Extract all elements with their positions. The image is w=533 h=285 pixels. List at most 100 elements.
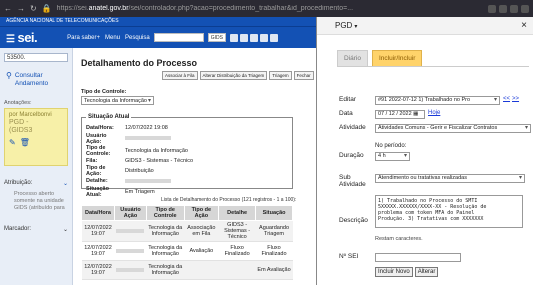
triagem-button[interactable]: Triagem (269, 71, 292, 80)
url-rest: /sei/controlador.php?acao=procedimento_t… (128, 5, 354, 12)
user-icon[interactable] (249, 33, 258, 42)
exit-icon[interactable] (269, 33, 278, 42)
calendar-icon[interactable]: ▦ (413, 111, 418, 117)
chevron-down-icon[interactable]: ⌄ (63, 226, 68, 233)
stats-icon[interactable] (229, 33, 238, 42)
process-number[interactable]: 53500. (4, 53, 68, 62)
situation-value: 12/07/2022 19:08 (125, 125, 168, 132)
extension-icon[interactable] (510, 4, 518, 13)
cell: 12/07/2022 19:07 (81, 241, 115, 261)
cell: Fluxo Finalizado (218, 241, 256, 261)
extensions (488, 4, 529, 13)
cell: Tecnologia da Informação (146, 241, 185, 261)
sei-page: AGÊNCIA NACIONAL DE TELECOMUNICAÇÕES ☰ se… (0, 17, 316, 285)
col-tipo-controle[interactable]: Tipo de Controle (145, 205, 185, 221)
prev-link[interactable]: << (503, 96, 510, 102)
situation-value-redacted (125, 133, 197, 145)
next-link[interactable]: >> (512, 96, 519, 102)
sei-topbar: ☰ sei. Para saber+ Menu Pesquisa GIDS (0, 26, 316, 48)
marker-header[interactable]: Marcador: ⌄ (4, 226, 68, 233)
situation-row: Usuário Ação: (86, 133, 197, 145)
browser-toolbar: ← → ↻ 🔒 https://sei.anatel.gov.br/sei/co… (0, 0, 533, 17)
chevron-down-icon[interactable]: ▾ (354, 24, 357, 30)
date-input[interactable]: 07 / 12 / 2022 ▦ (375, 110, 425, 119)
delete-icon[interactable]: 🗑 (20, 139, 30, 147)
situation-row: Data/Hora: 12/07/2022 19:08 (86, 124, 197, 133)
associar-fila-button[interactable]: Associar à Fila (162, 71, 198, 80)
incluir-novo-button[interactable]: Incluir Novo (375, 267, 413, 277)
reload-icon[interactable]: ↻ (30, 4, 37, 13)
situation-key: Fila: (86, 157, 98, 164)
tab-diario[interactable]: Diário (337, 50, 368, 66)
row-descricao: Descrição 1) Trabalhado no Processo do S… (339, 195, 523, 228)
cell (218, 260, 256, 280)
link-menu[interactable]: Menu (105, 35, 120, 41)
row-restam: Restam caracteres. (339, 236, 423, 242)
control-type-select[interactable]: Tecnologia da Informação (81, 96, 154, 105)
config-icon[interactable] (259, 33, 268, 42)
cell: Tecnologia da Informação (146, 220, 185, 242)
chevron-down-icon[interactable]: ⌄ (63, 180, 68, 187)
alterar-distribuicao-button[interactable]: Alterar Distribuição da Triagem (199, 71, 268, 80)
tab-divider (337, 66, 529, 67)
situation-value: Em Triagem (125, 188, 155, 195)
extension-icon[interactable] (488, 4, 496, 13)
alterar-button[interactable]: Alterar (414, 267, 439, 277)
descricao-label: Descrição (339, 217, 368, 224)
data-label: Data (339, 110, 353, 117)
fechar-button[interactable]: Fechar (293, 71, 314, 80)
extension-icon[interactable] (521, 4, 529, 13)
duracao-label: Duração (339, 152, 364, 159)
pgd-title-text: PGD (335, 21, 353, 30)
editar-select[interactable]: #91 2022-07-12 1) Trabalhado no Pro (375, 96, 500, 105)
edit-icon[interactable]: ✎ (9, 139, 16, 147)
table-header-row: Data/Hora Usuário Ação Tipo de Controle … (80, 205, 293, 221)
col-tipo-acao[interactable]: Tipo de Ação (183, 205, 220, 221)
situation-row: Tipo de Ação: Distribuição (86, 165, 197, 177)
col-detalhe[interactable]: Detalhe (218, 205, 257, 221)
note-author: por Marcelbonvi (9, 112, 52, 118)
cell: 12/07/2022 19:07 (81, 260, 115, 280)
sei-logo[interactable]: ☰ sei. (6, 30, 38, 45)
tab-incluir[interactable]: Incluir/Incluir (371, 50, 423, 66)
attribution-header[interactable]: Atribuição: ⌄ (4, 180, 68, 187)
consult-label: Consultar Andamento (14, 72, 49, 87)
sei-input[interactable] (375, 253, 461, 262)
back-icon[interactable]: ← (4, 4, 12, 13)
row-atividade: Atividade Atividades Comuns - Gerir e Fi… (339, 124, 531, 133)
col-datahora[interactable]: Data/Hora (80, 205, 116, 221)
note-line1: PGD - (9, 119, 29, 126)
cell (184, 260, 219, 280)
col-situacao[interactable]: Situação (255, 205, 293, 221)
duracao-select[interactable]: 4 h (375, 152, 410, 161)
menu-icon[interactable]: ☰ (6, 34, 15, 45)
pgd-title[interactable]: PGD ▾ (335, 21, 357, 30)
row-data: Data 07 / 12 / 2022 ▦ Hoje (339, 110, 440, 119)
cell: Fluxo Finalizado (255, 241, 293, 261)
atividade-select[interactable]: Atividades Comuns - Gerir e Fiscalizar C… (375, 124, 531, 133)
top-icons (229, 33, 278, 42)
search-icon: ⚲ (6, 71, 12, 80)
col-usuario[interactable]: Usuário Ação (114, 205, 147, 221)
forward-icon[interactable]: → (17, 4, 25, 13)
search-input[interactable] (153, 33, 204, 42)
descricao-textarea[interactable]: 1) Trabalhado no Processo do SMTI 5XXXXX… (375, 195, 523, 228)
address-bar[interactable]: https://sei.anatel.gov.br/sei/controlado… (57, 5, 483, 12)
note-line2: (GIDS3 (9, 127, 33, 134)
situation-value-redacted (125, 177, 197, 186)
link-saber[interactable]: Para saber+ (67, 35, 100, 41)
sub-atividade-select[interactable]: Atendimento ou tratativas realizadas (375, 174, 525, 183)
cell: Avaliação (184, 241, 219, 261)
unit-select[interactable]: GIDS (207, 33, 226, 42)
situation-key: Tipo de Controle: (86, 144, 111, 157)
date-value: 07 / 12 / 2022 (378, 111, 412, 117)
row-periodo: No período: (339, 143, 406, 149)
situation-value: Distribuição (125, 168, 154, 174)
close-icon[interactable]: × (521, 20, 527, 31)
link-pesquisa[interactable]: Pesquisa (125, 35, 150, 41)
consult-andamento[interactable]: ⚲ Consultar Andamento (6, 72, 72, 88)
cell: Tecnologia da Informação (146, 260, 185, 280)
today-link[interactable]: Hoje (428, 110, 440, 116)
notes-icon[interactable] (239, 33, 248, 42)
extension-icon[interactable] (499, 4, 507, 13)
